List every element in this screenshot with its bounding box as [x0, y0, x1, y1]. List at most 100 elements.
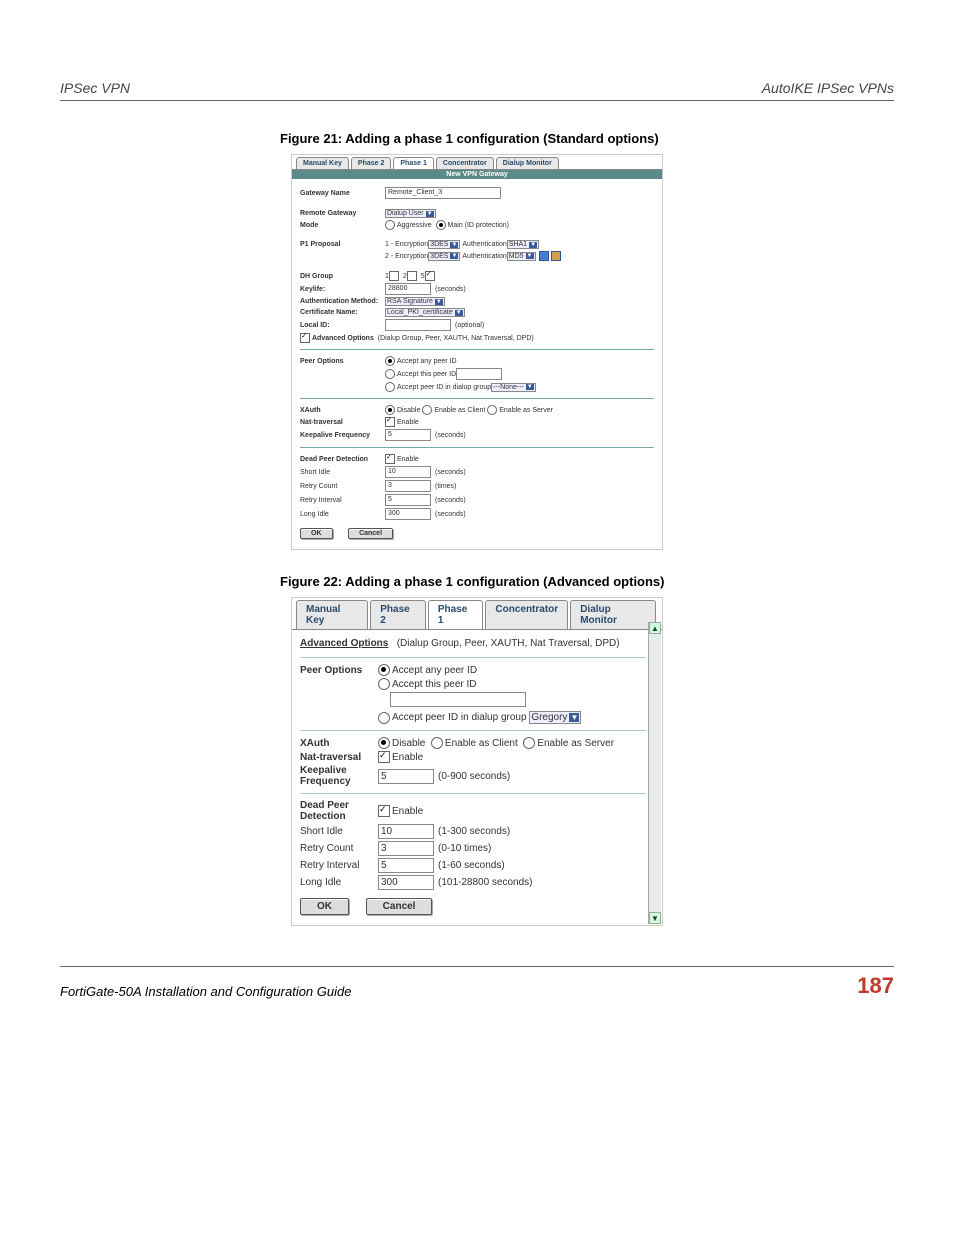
keepalive-input[interactable]: 5: [385, 429, 431, 441]
enc1-select[interactable]: 3DES▼: [428, 240, 460, 249]
xauth-disable-radio[interactable]: [378, 737, 390, 749]
tab-phase1[interactable]: Phase 1: [428, 600, 484, 629]
advanced-options-hint: (Dialup Group, Peer, XAUTH, Nat Traversa…: [397, 638, 620, 649]
xauth-server-radio[interactable]: [487, 405, 497, 415]
cancel-button[interactable]: Cancel: [366, 898, 433, 915]
dh1-check[interactable]: [389, 271, 399, 281]
retry-count-input[interactable]: 3: [378, 841, 434, 856]
ok-button[interactable]: OK: [300, 898, 349, 915]
title-bar: New VPN Gateway: [292, 170, 662, 179]
auth1-select[interactable]: SHA1▼: [507, 240, 539, 249]
auth2-select[interactable]: MD5▼: [507, 252, 536, 261]
tab-phase2[interactable]: Phase 2: [351, 157, 391, 169]
enc1-label: 1 - Encryption: [385, 241, 428, 248]
keylife-input[interactable]: 28800: [385, 283, 431, 295]
tab-phase2[interactable]: Phase 2: [370, 600, 426, 629]
mode-main-text: Main (ID protection): [448, 222, 509, 229]
peer-this-radio[interactable]: [378, 678, 390, 690]
local-id-input[interactable]: [385, 319, 451, 331]
figure21-caption: Figure 21: Adding a phase 1 configuratio…: [280, 131, 894, 146]
tab-dialup-monitor[interactable]: Dialup Monitor: [496, 157, 559, 169]
peer-dialup-select[interactable]: Gregory▼: [529, 711, 581, 724]
peer-this-input[interactable]: [390, 692, 526, 707]
tab-bar: Manual Key Phase 2 Phase 1 Concentrator …: [292, 155, 662, 170]
advanced-options-hint: (Dialup Group, Peer, XAUTH, Nat Traversa…: [378, 335, 534, 342]
tab-dialup-monitor[interactable]: Dialup Monitor: [570, 600, 656, 629]
ok-button[interactable]: OK: [300, 528, 333, 539]
retry-count-unit: (0-10 times): [438, 843, 491, 854]
peer-options-label: Peer Options: [300, 358, 385, 365]
peer-options-label: Peer Options: [300, 665, 378, 676]
keepalive-unit: (seconds): [435, 432, 466, 439]
nat-enable-check[interactable]: [385, 417, 395, 427]
mode-aggressive-radio[interactable]: [385, 220, 395, 230]
keepalive-unit: (0-900 seconds): [438, 771, 510, 782]
short-idle-input[interactable]: 10: [385, 466, 431, 478]
add-icon[interactable]: [539, 251, 549, 261]
dh5-check[interactable]: [425, 271, 435, 281]
mode-main-radio[interactable]: [436, 220, 446, 230]
peer-dialup-radio[interactable]: [385, 382, 395, 392]
chevron-down-icon: ▼: [435, 299, 443, 305]
peer-this-radio[interactable]: [385, 369, 395, 379]
tab-concentrator[interactable]: Concentrator: [485, 600, 568, 629]
figure21-screenshot: Manual Key Phase 2 Phase 1 Concentrator …: [291, 154, 663, 550]
peer-this-text: Accept this peer ID: [397, 371, 456, 378]
keepalive-label: Keepalive Frequency: [300, 765, 378, 787]
scrollbar[interactable]: ▲ ▼: [648, 622, 661, 924]
dh2-check[interactable]: [407, 271, 417, 281]
header-left: IPSec VPN: [60, 80, 130, 96]
retry-count-input[interactable]: 3: [385, 480, 431, 492]
auth-method-select[interactable]: RSA Signature▼: [385, 297, 445, 306]
peer-dialup-radio[interactable]: [378, 712, 390, 724]
enc2-label: 2 - Encryption: [385, 253, 428, 260]
cert-name-select[interactable]: Local_PKI_certificate▼: [385, 308, 465, 317]
figure22-screenshot: Manual Key Phase 2 Phase 1 Concentrator …: [291, 597, 663, 926]
enc2-select[interactable]: 3DES▼: [428, 252, 460, 261]
peer-any-radio[interactable]: [385, 356, 395, 366]
scroll-down-icon[interactable]: ▼: [649, 912, 661, 924]
retry-interval-label: Retry Interval: [300, 497, 385, 504]
long-idle-input[interactable]: 300: [385, 508, 431, 520]
peer-dialup-text: Accept peer ID in dialup group: [397, 384, 491, 391]
advanced-options-check[interactable]: [300, 333, 310, 343]
tab-manual-key[interactable]: Manual Key: [296, 600, 368, 629]
page-number: 187: [857, 973, 894, 999]
remove-icon[interactable]: [551, 251, 561, 261]
peer-any-radio[interactable]: [378, 664, 390, 676]
xauth-server-text: Enable as Server: [499, 407, 553, 414]
retry-interval-input[interactable]: 5: [385, 494, 431, 506]
xauth-disable-radio[interactable]: [385, 405, 395, 415]
gateway-name-input[interactable]: Remote_Client_3: [385, 187, 501, 199]
xauth-server-radio[interactable]: [523, 737, 535, 749]
auth-method-label: Authentication Method:: [300, 298, 385, 305]
local-id-hint: (optional): [455, 322, 484, 329]
nat-enable-check[interactable]: [378, 751, 390, 763]
short-idle-label: Short Idle: [300, 826, 378, 837]
remote-gateway-select[interactable]: Dialup User▼: [385, 209, 436, 218]
short-idle-input[interactable]: 10: [378, 824, 434, 839]
chevron-down-icon: ▼: [426, 211, 434, 217]
tab-manual-key[interactable]: Manual Key: [296, 157, 349, 169]
tab-phase1[interactable]: Phase 1: [393, 157, 433, 169]
nat-enable-text: Enable: [392, 752, 423, 763]
auth1-label: Authentication: [462, 241, 506, 248]
retry-count-label: Retry Count: [300, 483, 385, 490]
scroll-up-icon[interactable]: ▲: [649, 622, 661, 634]
cancel-button[interactable]: Cancel: [348, 528, 393, 539]
dpd-enable-check[interactable]: [378, 805, 390, 817]
long-idle-label: Long Idle: [300, 511, 385, 518]
peer-this-input[interactable]: [456, 368, 502, 380]
chevron-down-icon: ▼: [529, 242, 537, 248]
tab-bar: Manual Key Phase 2 Phase 1 Concentrator …: [292, 598, 662, 630]
tab-concentrator[interactable]: Concentrator: [436, 157, 494, 169]
p1-proposal-label: P1 Proposal: [300, 241, 385, 248]
peer-dialup-select[interactable]: ---None---▼: [491, 383, 536, 392]
keepalive-input[interactable]: 5: [378, 769, 434, 784]
retry-interval-input[interactable]: 5: [378, 858, 434, 873]
long-idle-input[interactable]: 300: [378, 875, 434, 890]
dpd-enable-check[interactable]: [385, 454, 395, 464]
xauth-client-text: Enable as Client: [445, 738, 518, 749]
xauth-client-radio[interactable]: [422, 405, 432, 415]
xauth-client-radio[interactable]: [431, 737, 443, 749]
